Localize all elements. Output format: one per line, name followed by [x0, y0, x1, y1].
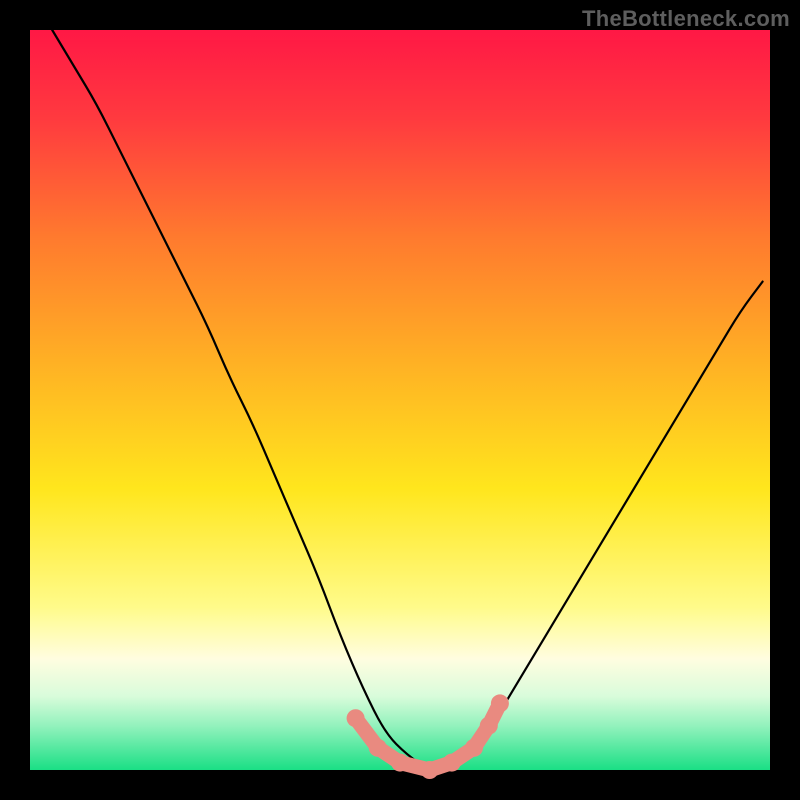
- bottleneck-chart: [0, 0, 800, 800]
- highlight-marker: [391, 754, 409, 772]
- watermark-text: TheBottleneck.com: [582, 6, 790, 32]
- highlight-marker: [347, 709, 365, 727]
- highlight-marker: [465, 739, 483, 757]
- highlight-marker: [491, 694, 509, 712]
- highlight-marker: [369, 739, 387, 757]
- highlight-marker: [480, 717, 498, 735]
- highlight-marker: [421, 761, 439, 779]
- plot-background: [30, 30, 770, 770]
- outer-frame: TheBottleneck.com: [0, 0, 800, 800]
- highlight-marker: [443, 754, 461, 772]
